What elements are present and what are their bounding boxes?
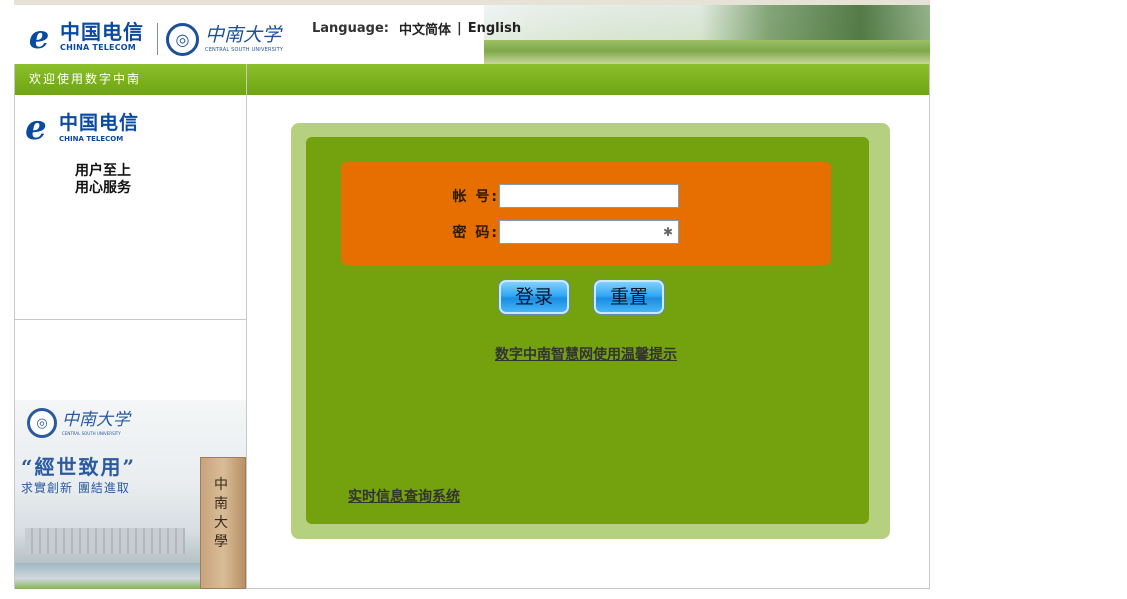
password-input[interactable] [499, 220, 679, 244]
banner-trees [700, 5, 930, 45]
motto-main: “經世致用” [21, 455, 137, 479]
sidebar-logo-cn: 中国电信 [59, 112, 140, 134]
language-label: Language: [312, 21, 389, 36]
gate-inscription: 中南大學 [214, 477, 228, 550]
campus-csu-en: CENTRAL SOUTH UNIVERSITY [62, 430, 121, 436]
sidebar-title: 欢迎使用数字中南 [15, 64, 246, 95]
slogan-line-1: 用户至上 [75, 163, 131, 179]
telecom-logo-cn: 中国电信 [60, 20, 144, 44]
logo-divider [157, 23, 158, 55]
password-row: 密 码: ✱ [449, 220, 679, 244]
account-input[interactable] [499, 184, 679, 208]
page: ℯ 中国电信 CHINA TELECOM ◎ 中南大学 CENTRAL SOUT… [14, 0, 930, 589]
password-field-wrap: ✱ [499, 220, 679, 244]
telecom-logo-icon: ℯ [28, 18, 50, 56]
sidebar: 欢迎使用数字中南 ℯ 中国电信 CHINA TELECOM 用户至上 用心服务 … [14, 64, 247, 589]
china-telecom-logo: ℯ 中国电信 CHINA TELECOM [24, 17, 144, 57]
main-header-bar [247, 64, 929, 95]
csu-logo-en: CENTRAL SOUTH UNIVERSITY [205, 47, 284, 53]
lang-option-en[interactable]: English [468, 21, 521, 36]
login-form: 帐 号: 密 码: ✱ [341, 162, 831, 265]
lang-option-zh[interactable]: 中文简体 [399, 19, 451, 38]
campus-motto: “經世致用” 求實創新 團結進取 [21, 455, 136, 495]
login-panel-inner: 帐 号: 密 码: ✱ 登录 重置 数字中南智慧网使用温馨提示 实时信息查询系统 [306, 137, 869, 524]
account-row: 帐 号: [449, 184, 679, 208]
header-banner: ℯ 中国电信 CHINA TELECOM ◎ 中南大学 CENTRAL SOUT… [14, 5, 930, 64]
sidebar-promo: ℯ 中国电信 CHINA TELECOM 用户至上 用心服务 [15, 95, 246, 320]
tips-link[interactable]: 数字中南智慧网使用温馨提示 [495, 344, 677, 364]
campus-csu-logo: ◎ 中南大学 CENTRAL SOUTH UNIVERSITY [27, 408, 130, 438]
csu-seal-icon: ◎ [27, 408, 57, 438]
sidebar-logo-en: CHINA TELECOM [59, 135, 124, 143]
main-content: 帐 号: 密 码: ✱ 登录 重置 数字中南智慧网使用温馨提示 实时信息查询系统 [247, 64, 930, 589]
key-icon[interactable]: ✱ [663, 224, 677, 240]
csu-seal-icon: ◎ [166, 22, 199, 56]
slogan-line-2: 用心服务 [75, 180, 131, 196]
login-panel: 帐 号: 密 码: ✱ 登录 重置 数字中南智慧网使用温馨提示 实时信息查询系统 [291, 123, 890, 539]
telecom-logo-en: CHINA TELECOM [60, 43, 136, 52]
campus-csu-cn: 中南大学 [62, 409, 130, 430]
account-label: 帐 号: [452, 189, 499, 205]
lang-separator: | [456, 21, 462, 36]
csu-logo: ◎ 中南大学 CENTRAL SOUTH UNIVERSITY [166, 19, 283, 59]
campus-building [25, 528, 185, 554]
campus-gate: 中南大學 [200, 457, 246, 589]
reset-button[interactable]: 重置 [594, 280, 664, 314]
sidebar-slogan: 用户至上 用心服务 [75, 163, 131, 197]
sidebar-telecom-logo: ℯ 中国电信 CHINA TELECOM [19, 111, 139, 145]
banner-field [484, 40, 930, 64]
sidebar-campus-banner: 中南大學 ◎ 中南大学 CENTRAL SOUTH UNIVERSITY “經世… [15, 320, 246, 589]
motto-sub: 求實創新 團結進取 [21, 481, 130, 495]
csu-logo-cn: 中南大学 [205, 24, 282, 46]
login-button[interactable]: 登录 [499, 280, 569, 314]
realtime-query-link[interactable]: 实时信息查询系统 [348, 486, 460, 506]
password-label: 密 码: [452, 225, 499, 241]
language-switcher: Language: 中文简体 | English [312, 19, 521, 38]
telecom-logo-icon: ℯ [25, 108, 47, 148]
